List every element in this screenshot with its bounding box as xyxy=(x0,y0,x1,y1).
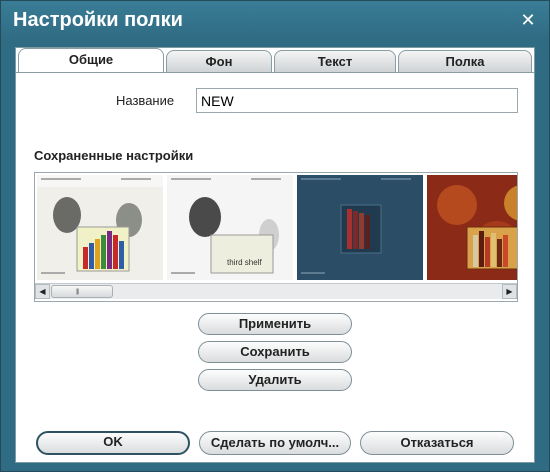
tab-text[interactable]: Текст xyxy=(274,50,396,72)
scroll-right-icon[interactable]: ▶ xyxy=(502,284,517,299)
save-button[interactable]: Сохранить xyxy=(198,341,352,363)
tab-general[interactable]: Общие xyxy=(18,48,164,73)
tab-shelf[interactable]: Полка xyxy=(398,50,532,72)
apply-button[interactable]: Применить xyxy=(198,313,352,335)
scroll-thumb[interactable]: |||| xyxy=(51,285,113,298)
preset-preview-image xyxy=(437,185,517,270)
grip-icon: |||| xyxy=(76,289,79,295)
dialog-title: Настройки полки xyxy=(13,9,183,31)
tab-bar: Общие Фон Текст Полка xyxy=(16,48,534,73)
saved-settings-gallery[interactable]: third shelf ◀ |||| ▶ xyxy=(34,172,518,302)
saved-settings-title: Сохраненные настройки xyxy=(34,148,194,163)
tab-background[interactable]: Фон xyxy=(166,50,272,72)
shelf-settings-dialog: Настройки полки ✕ Общие Фон Текст Полка … xyxy=(0,0,550,472)
name-input[interactable] xyxy=(196,88,518,113)
preset-preview-image xyxy=(301,178,411,274)
preset-preview-image xyxy=(37,175,163,274)
tab-divider xyxy=(16,72,534,73)
settings-panel: Общие Фон Текст Полка Название Сохраненн… xyxy=(15,47,535,463)
name-label: Название xyxy=(116,93,175,108)
ok-button[interactable]: OK xyxy=(36,431,190,455)
scroll-left-icon[interactable]: ◀ xyxy=(35,284,50,299)
cancel-button[interactable]: Отказаться xyxy=(360,431,514,455)
delete-button[interactable]: Удалить xyxy=(198,369,352,391)
title-bar[interactable]: Настройки полки ✕ xyxy=(1,1,549,41)
preset-thumbnail[interactable] xyxy=(427,175,517,280)
close-icon[interactable]: ✕ xyxy=(519,10,537,30)
gallery-scrollbar[interactable]: ◀ |||| ▶ xyxy=(35,283,517,299)
preset-thumbnail[interactable] xyxy=(37,175,163,280)
preset-caption: third shelf xyxy=(227,258,262,267)
preset-thumbnail[interactable]: third shelf xyxy=(167,175,293,280)
set-default-button[interactable]: Сделать по умолч... xyxy=(199,431,351,455)
preset-thumbnail[interactable] xyxy=(297,175,423,280)
